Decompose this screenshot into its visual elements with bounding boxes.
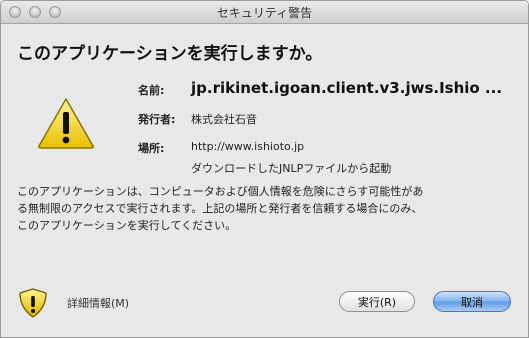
description-line: る無制限のアクセスで実行されます。上記の場所と発行者を信頼する場合にのみ、: [17, 202, 423, 215]
location-label: 場所:: [138, 142, 165, 155]
more-info-link[interactable]: 詳細情報(M): [67, 295, 129, 311]
publisher-value: 株式会社石音: [191, 113, 257, 126]
cancel-button[interactable]: 取消: [433, 291, 511, 312]
location-source: ダウンロードしたJNLPファイルから起動: [191, 162, 392, 175]
description-line: このアプリケーションは、コンピュータおよび個人情報を危険にさらす可能性があ: [17, 185, 424, 198]
warning-triangle-icon: [38, 98, 94, 149]
description-line: このアプリケーションを実行してください。: [17, 219, 237, 232]
name-value: jp.rikinet.igoan.client.v3.jws.Ishio ...: [191, 79, 503, 97]
location-url: http://www.ishioto.jp: [191, 140, 305, 153]
publisher-label: 発行者:: [138, 113, 176, 126]
shield-warning-icon: [19, 288, 47, 318]
run-button[interactable]: 実行(R): [339, 291, 415, 312]
window-title: セキュリティ警告: [216, 6, 313, 20]
warning-description: このアプリケーションは、コンピュータおよび個人情報を危険にさらす可能性があ る無…: [17, 183, 517, 234]
name-label: 名前:: [138, 84, 165, 97]
title-bar: セキュリティ警告: [1, 1, 528, 24]
dialog-headline: このアプリケーションを実行しますか。: [17, 44, 323, 64]
security-warning-window: セキュリティ警告 このアプリケーションを実行しますか。 名前: jp.rikin…: [0, 0, 529, 338]
